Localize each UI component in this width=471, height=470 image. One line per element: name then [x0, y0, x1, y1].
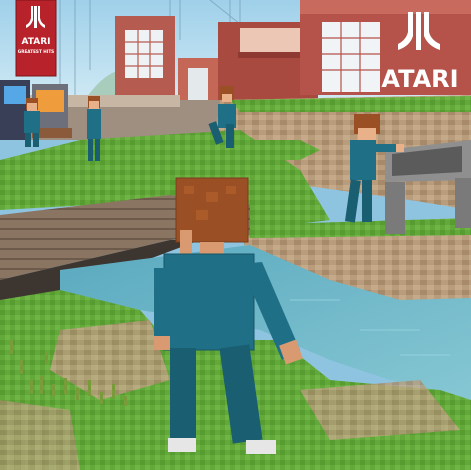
atari-banner-left: ATARI GREATEST HITS: [15, 0, 57, 77]
game-world[interactable]: ATARI GREATEST HITS ATARI: [0, 0, 471, 470]
stone-path-bottom: [0, 400, 80, 470]
banner-right-brand: ATARI: [381, 65, 458, 93]
player-ear: [180, 230, 192, 254]
game-viewport[interactable]: ATARI GREATEST HITS ATARI: [0, 0, 471, 470]
banner-left-tagline: GREATEST HITS: [18, 49, 54, 54]
banner-left-brand: ATARI: [22, 37, 51, 47]
